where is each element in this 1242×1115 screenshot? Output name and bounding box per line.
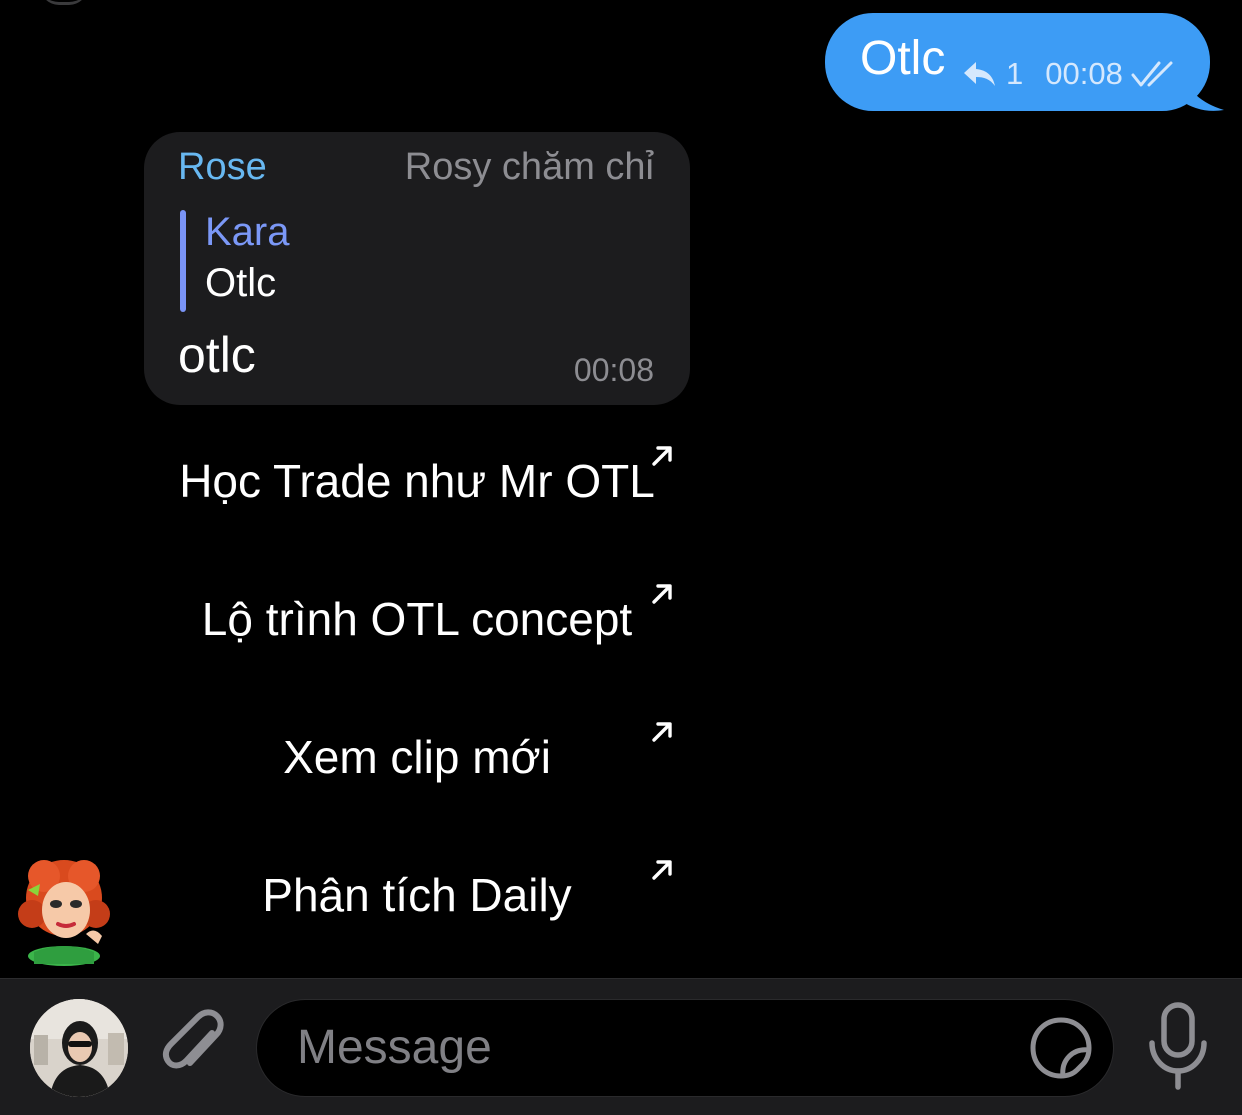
- inline-button-xem-clip[interactable]: Xem clip mới: [144, 706, 690, 826]
- inline-button-label: Xem clip mới: [283, 731, 551, 783]
- message-input-bar: Message: [0, 978, 1242, 1115]
- incoming-message-text: otlc: [178, 327, 256, 383]
- message-placeholder: Message: [297, 1021, 492, 1074]
- external-link-arrow-icon: [652, 584, 672, 604]
- mic-icon[interactable]: [1146, 1001, 1210, 1093]
- inline-button-label: Phân tích Daily: [262, 869, 572, 921]
- outgoing-message-time: 00:08: [1045, 56, 1123, 91]
- reply-quote-bar: [180, 210, 186, 312]
- inline-button-label: Học Trade như Mr OTL: [179, 455, 655, 507]
- outgoing-message-meta: 1 00:08: [962, 54, 1177, 94]
- incoming-message-time: 00:08: [573, 352, 654, 388]
- reply-arrow-icon[interactable]: [962, 59, 998, 89]
- outgoing-message-text: Otlc: [860, 32, 946, 85]
- sender-title: Rosy chăm chỉ: [404, 146, 654, 188]
- external-link-arrow-icon: [652, 860, 672, 880]
- sender-name[interactable]: Rose: [178, 146, 267, 189]
- message-input[interactable]: Message: [256, 999, 1114, 1097]
- sender-avatar[interactable]: [14, 852, 114, 968]
- reply-quote-name[interactable]: Kara: [205, 210, 290, 255]
- attach-icon[interactable]: [160, 1009, 228, 1085]
- reply-quote-text[interactable]: Otlc: [205, 261, 276, 306]
- inline-button-phan-tich[interactable]: Phân tích Daily: [144, 844, 690, 964]
- avatar: [40, 0, 88, 5]
- external-link-arrow-icon: [652, 722, 672, 742]
- inline-button-lo-trinh[interactable]: Lộ trình OTL concept: [144, 568, 690, 688]
- chat-area[interactable]: Otlc 1 00:08 Rose Rosy chăm chỉ Kara Otl…: [0, 0, 1242, 978]
- bubble-tail: [1180, 70, 1224, 111]
- user-avatar[interactable]: [30, 999, 128, 1097]
- sticker-icon[interactable]: [1029, 1016, 1093, 1080]
- double-check-icon: [1131, 61, 1173, 87]
- inline-button-label: Lộ trình OTL concept: [201, 593, 633, 645]
- external-link-arrow-icon: [652, 446, 672, 466]
- reply-count: 1: [1006, 56, 1024, 91]
- inline-button-hoc-trade[interactable]: Học Trade như Mr OTL: [144, 430, 690, 550]
- incoming-message-bubble[interactable]: Rose Rosy chăm chỉ Kara Otlc otlc 00:08: [144, 132, 690, 405]
